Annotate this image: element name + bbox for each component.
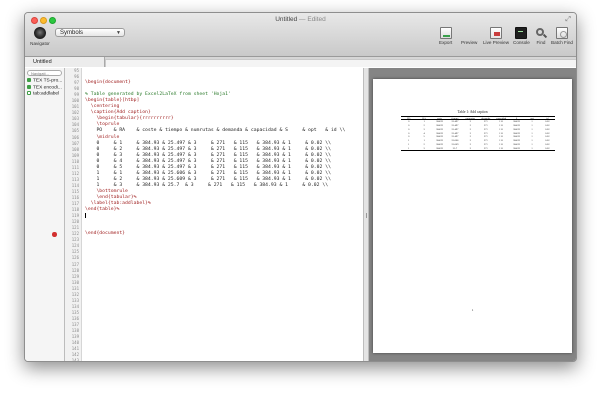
code-line[interactable]: 0 & 1 & 384.93 & 25.497 & 3 & 271 & 115 … [85, 141, 363, 147]
symbols-dropdown-value: Symbols [60, 30, 84, 36]
find-button[interactable]: Find [535, 27, 548, 45]
navigator-search-placeholder: Navigati... [31, 71, 49, 76]
batch-find-icon [555, 27, 568, 39]
preview-button[interactable]: Preview [461, 27, 477, 45]
code-line[interactable]: 0 & 5 & 384.93 & 25.497 & 3 & 271 & 115 … [85, 165, 363, 171]
preview-cell: 3 [423, 147, 425, 151]
preview-cell: 115 [499, 147, 503, 151]
page-number: 1 [471, 308, 474, 312]
navigator-item-label: TEX TS-pro... [33, 78, 63, 84]
preview-table: PO RA coste tiempo numrutas demanda capacidad S… [401, 116, 555, 152]
preview-cell: 384.93 [436, 147, 443, 151]
navigator-sidebar: Navigati... TEX TS-pro... TEX encodi... … [25, 68, 65, 361]
batch-find-button[interactable]: Batch Find [551, 27, 573, 45]
navigator-item-ts-program[interactable]: TEX TS-pro... [25, 78, 64, 85]
pdf-page: Table 1: Add caption PO RA coste tiempo numr… [373, 79, 572, 353]
preview-cell: 3 [469, 147, 471, 151]
tab-untitled[interactable]: Untitled [25, 57, 105, 67]
preview-header-cell: S [515, 117, 518, 119]
label-item-icon [27, 91, 31, 95]
preview-header-cell: PO [407, 117, 411, 119]
tex-item-icon [27, 78, 31, 82]
line-number: 143 [71, 358, 79, 362]
code-line[interactable]: 1 & 2 & 384.93 & 25.609 & 3 & 271 & 115 … [85, 177, 363, 183]
preview-header-cell: opt [530, 117, 534, 119]
app-window: Untitled — Edited ⤢ Navigator Symbols ▼ … [24, 12, 577, 362]
preview-cell: 0.02 [545, 147, 550, 151]
preview-cell: 271 [483, 147, 488, 151]
code-line[interactable]: PO & RA & coste & tiempo & numrutas & de… [85, 128, 363, 134]
live-preview-icon [490, 27, 503, 39]
console-button[interactable]: Console [513, 27, 530, 45]
export-button[interactable]: Export [439, 27, 452, 45]
preview-label: Preview [461, 40, 478, 45]
tab-bar-empty [105, 59, 576, 67]
source-editor[interactable]: 95 96 97 98 99 100 101 102 103 104 105 106 107 108 109… [52, 68, 363, 362]
preview-cell: 1 [408, 147, 410, 151]
code-line[interactable]: 0 & 3 & 384.93 & 25.497 & 3 & 271 & 115 … [85, 153, 363, 159]
tab-bar: Untitled [25, 57, 576, 67]
error-icon[interactable] [52, 232, 57, 237]
preview-header-cell: coste [436, 117, 443, 119]
code-line[interactable]: 0 & 2 & 384.93 & 25.497 & 3 & 271 & 115 … [85, 147, 363, 153]
preview-header-cell: id [546, 117, 549, 119]
console-icon [515, 27, 528, 39]
toolbar: Untitled — Edited ⤢ Navigator Symbols ▼ … [25, 13, 576, 57]
line-number-gutter: 95 96 97 98 99 100 101 102 103 104 105 106 107 108 109… [52, 68, 82, 362]
navigator-label: Navigator [30, 41, 50, 46]
preview-header-cell: numrutas [465, 117, 475, 119]
live-preview-label: Live Preview [483, 40, 510, 45]
window-title-edited: — Edited [297, 16, 326, 23]
live-preview-button[interactable]: Live Preview [483, 27, 509, 45]
navigator-icon [34, 27, 46, 39]
find-label: Find [536, 40, 546, 45]
pdf-preview-pane: Table 1: Add caption PO RA coste tiempo numr… [369, 68, 576, 361]
fullscreen-icon[interactable]: ⤢ [565, 16, 571, 24]
window-title: Untitled — Edited [25, 16, 576, 23]
console-label: Console [513, 40, 530, 45]
code-line[interactable]: 0 & 4 & 384.93 & 25.497 & 3 & 271 & 115 … [85, 159, 363, 165]
navigator-item-label-tab[interactable]: tab:addlabel [25, 91, 64, 98]
find-icon [535, 27, 548, 39]
export-label: Export [439, 40, 453, 45]
navigator-search-field[interactable]: Navigati... [27, 70, 62, 76]
table-caption: Table 1: Add caption [457, 110, 488, 114]
tex-item-icon [27, 84, 31, 89]
preview-header-cell: capacidad [496, 117, 507, 119]
chevron-down-icon: ▼ [116, 30, 121, 36]
code-area[interactable]: \begin{document}% Table generated by Exc… [85, 68, 363, 361]
preview-cell: 25.7 [452, 147, 458, 151]
code-line[interactable]: 1 & 1 & 384.93 & 25.606 & 3 & 271 & 115 … [85, 171, 363, 177]
navigator-item-label: TEX encodi... [33, 85, 62, 90]
window-title-text: Untitled [275, 16, 298, 23]
preview-header-cell: RA [422, 117, 426, 119]
navigator-button[interactable]: Navigator [29, 27, 51, 46]
navigator-item-label: tab:addlabel [33, 91, 60, 97]
preview-header-cell: tiempo [451, 117, 459, 119]
export-icon [439, 27, 452, 39]
symbols-dropdown[interactable]: Symbols ▼ [55, 28, 125, 37]
code-line[interactable] [85, 358, 363, 361]
batch-find-label: Batch Find [551, 40, 573, 45]
preview-cell: 1 [531, 147, 533, 151]
preview-header-cell: demanda [481, 117, 491, 119]
line-number-text: 122 [71, 231, 79, 237]
preview-table-row: 1 3 384.93 25.7 3 271 115 384.93 1 0.02 [401, 147, 555, 152]
preview-cell: 384.93 [513, 147, 520, 151]
